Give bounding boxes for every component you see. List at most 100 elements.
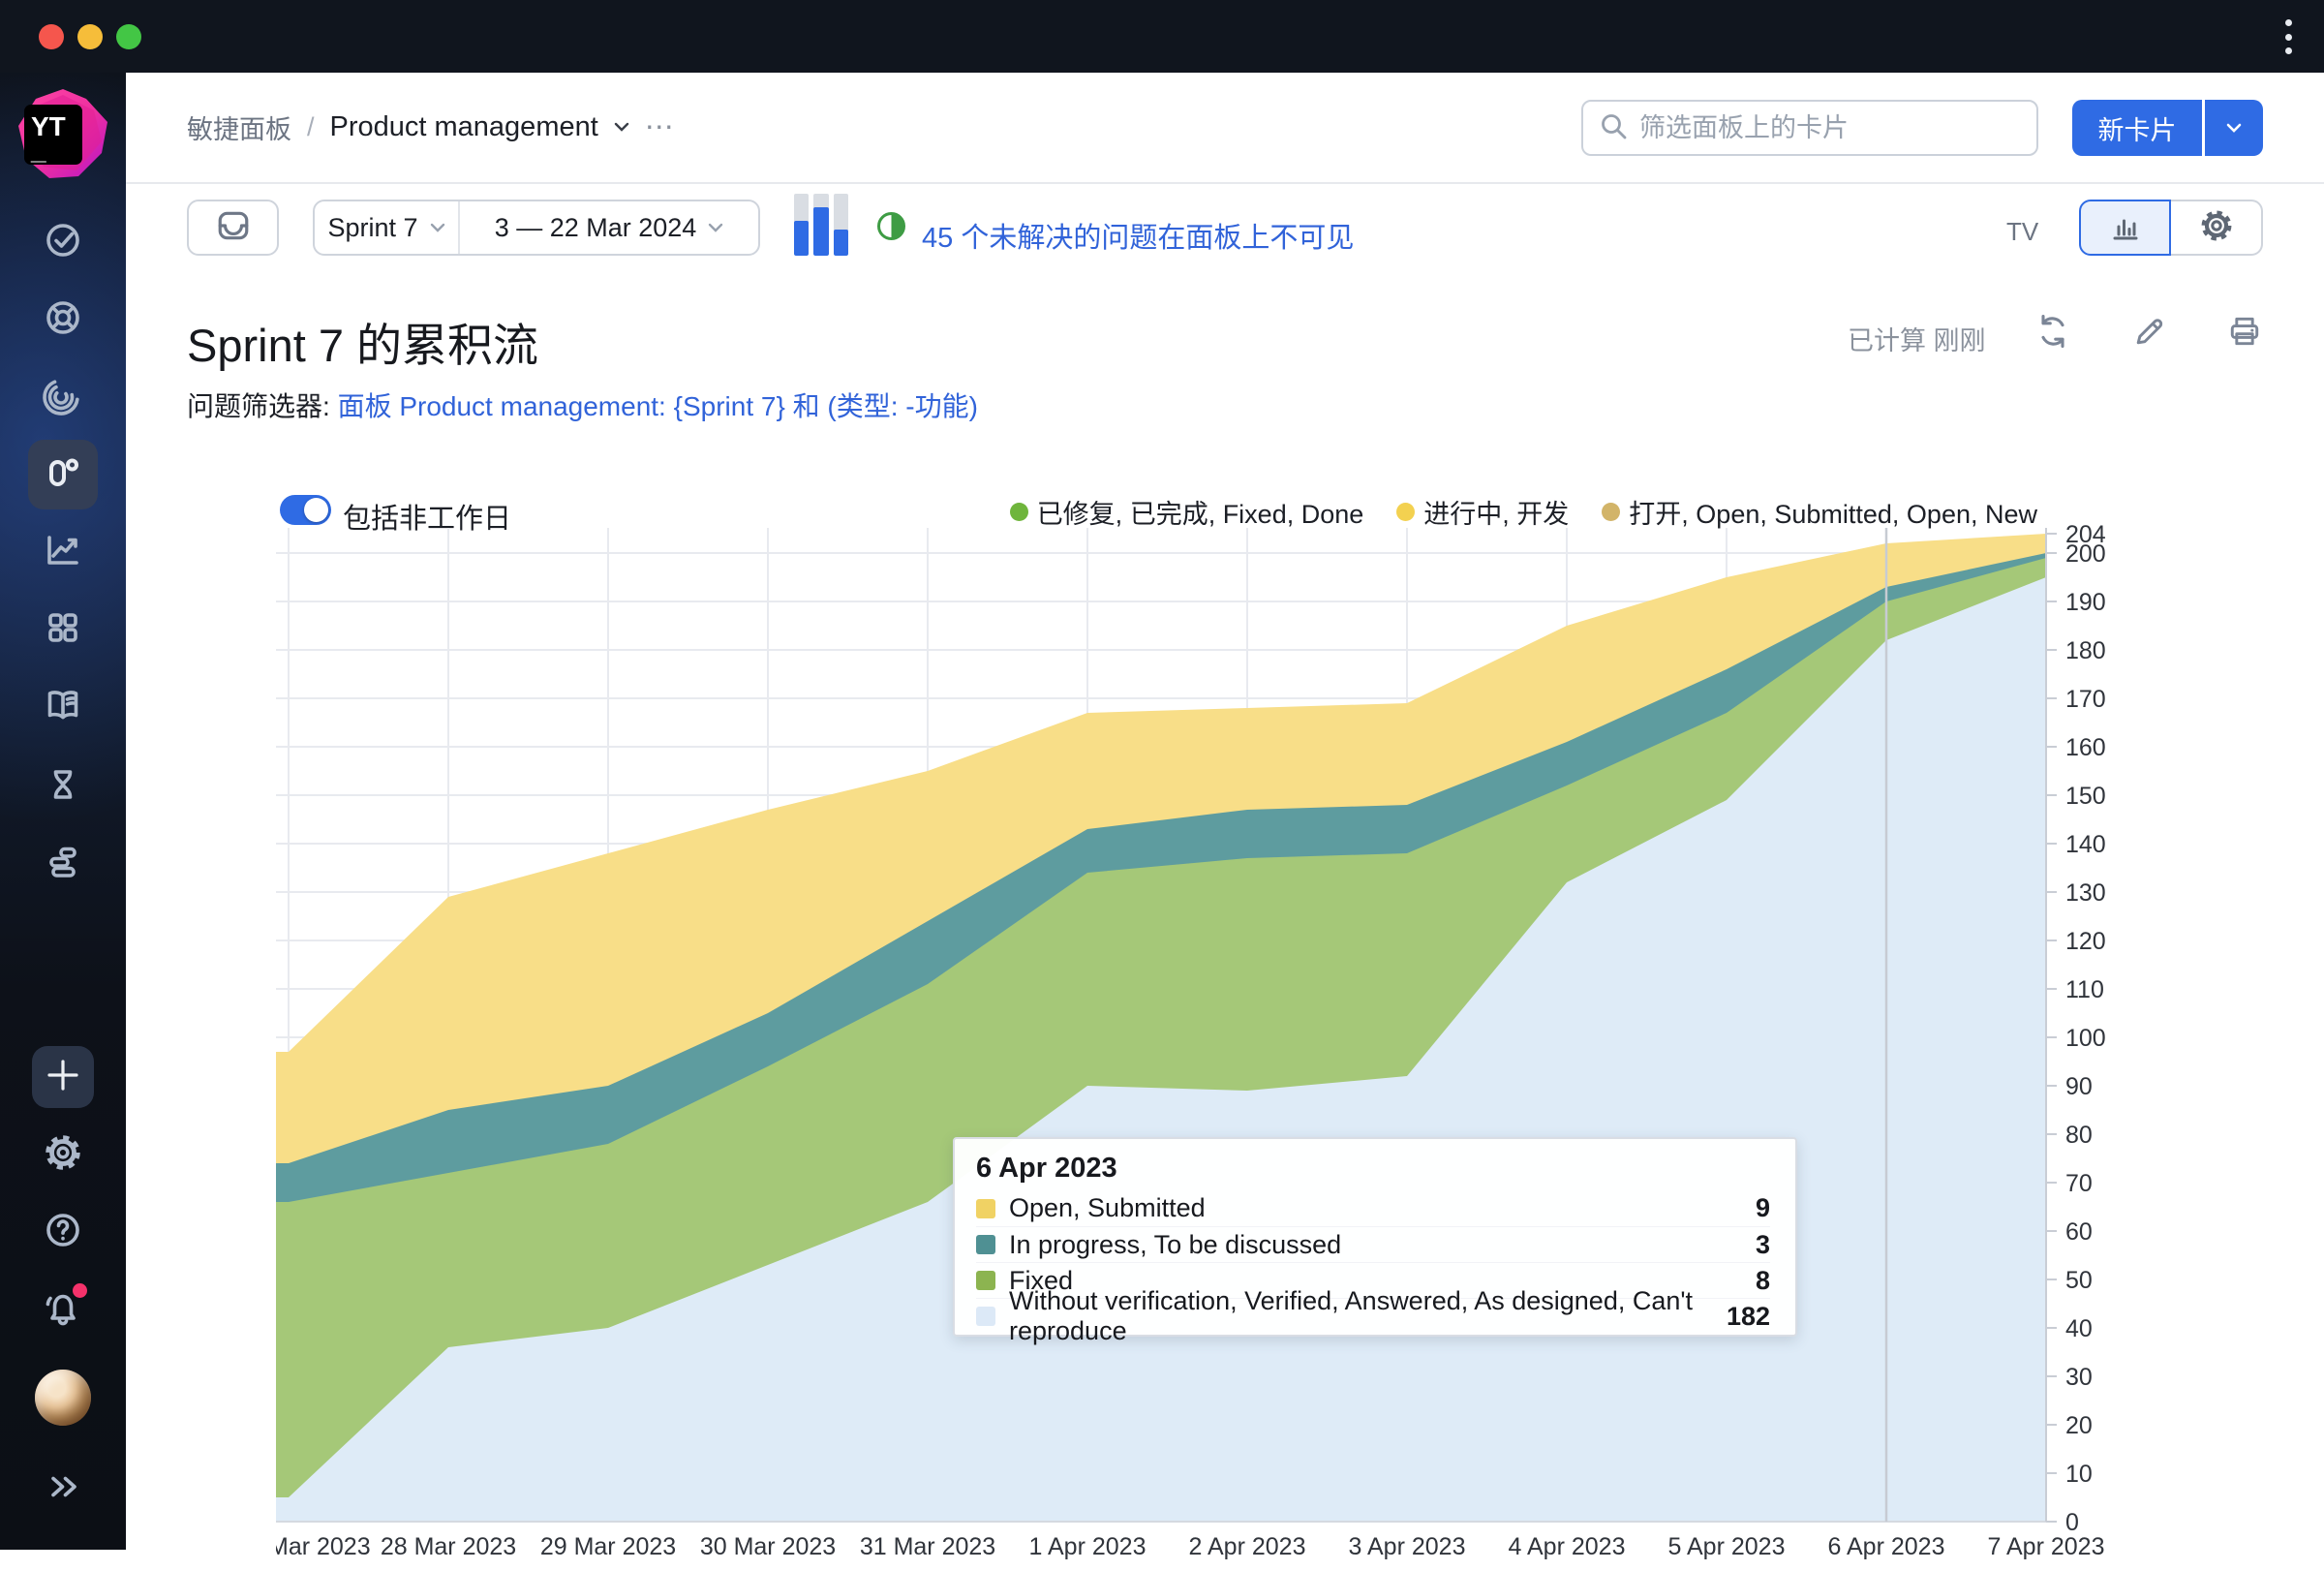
check-circle-icon bbox=[41, 218, 85, 267]
avatar[interactable] bbox=[35, 1370, 91, 1426]
breadcrumb-more-button[interactable]: ⋯ bbox=[645, 110, 676, 144]
window-menu-icon[interactable] bbox=[2285, 19, 2293, 54]
legend-dot-icon bbox=[1602, 503, 1620, 521]
svg-text:_: _ bbox=[30, 135, 46, 165]
breadcrumb-section[interactable]: 敏捷面板 bbox=[187, 108, 291, 146]
youtrack-logo[interactable]: YT _ bbox=[18, 89, 107, 178]
print-button[interactable] bbox=[2225, 312, 2264, 351]
svg-text:140: 140 bbox=[2065, 831, 2106, 858]
issue-filter-line: 问题筛选器: 面板 Product management: {Sprint 7}… bbox=[187, 385, 978, 424]
sprint-progress-icon[interactable] bbox=[794, 194, 848, 256]
minimize-window-button[interactable] bbox=[77, 24, 103, 49]
filter-query-link[interactable]: 面板 Product management: {Sprint 7} 和 (类型:… bbox=[338, 391, 978, 421]
tv-mode-label[interactable]: TV bbox=[2006, 217, 2038, 247]
svg-text:20: 20 bbox=[2065, 1412, 2093, 1439]
svg-text:4 Apr 2023: 4 Apr 2023 bbox=[1509, 1533, 1626, 1560]
svg-text:100: 100 bbox=[2065, 1025, 2106, 1052]
view-toggle bbox=[2079, 200, 2263, 256]
sidebar-item-issues[interactable] bbox=[40, 219, 86, 265]
filter-label: 问题筛选器: bbox=[187, 391, 330, 421]
tooltip-swatch-icon bbox=[976, 1271, 995, 1290]
sidebar-item-help[interactable] bbox=[40, 1209, 86, 1255]
svg-text:0: 0 bbox=[2065, 1509, 2079, 1536]
new-card-dropdown-button[interactable] bbox=[2205, 100, 2263, 156]
svg-text:170: 170 bbox=[2065, 686, 2106, 713]
svg-text:29 Mar 2023: 29 Mar 2023 bbox=[540, 1533, 676, 1560]
tooltip-label: In progress, To be discussed bbox=[1009, 1230, 1742, 1260]
svg-text:30: 30 bbox=[2065, 1364, 2093, 1391]
stacked-bars-icon bbox=[41, 840, 85, 889]
notification-badge bbox=[73, 1283, 87, 1298]
sidebar-item-reports[interactable] bbox=[40, 529, 86, 575]
unresolved-issues-link[interactable]: 45 个未解决的问题在面板上不可见 bbox=[922, 215, 1354, 256]
svg-text:7 Apr 2023: 7 Apr 2023 bbox=[1988, 1533, 2105, 1560]
sprint-label: Sprint 7 bbox=[327, 213, 417, 243]
svg-text:90: 90 bbox=[2065, 1073, 2093, 1100]
lifebuoy-icon bbox=[41, 295, 85, 345]
create-button[interactable] bbox=[32, 1046, 94, 1108]
sidebar-expand-button[interactable] bbox=[40, 1465, 86, 1512]
legend-dot-icon bbox=[1010, 503, 1028, 521]
edit-report-button[interactable] bbox=[2130, 312, 2169, 351]
tooltip-value: 9 bbox=[1756, 1193, 1770, 1223]
calculated-status: 已计算 刚刚 bbox=[1848, 320, 1986, 357]
sidebar-item-gantt[interactable] bbox=[40, 841, 86, 887]
refresh-button[interactable] bbox=[2034, 312, 2072, 351]
line-chart-icon bbox=[41, 528, 85, 577]
double-chevron-right-icon bbox=[41, 1464, 85, 1514]
svg-text:30 Mar 2023: 30 Mar 2023 bbox=[700, 1533, 836, 1560]
svg-text:120: 120 bbox=[2065, 928, 2106, 955]
close-window-button[interactable] bbox=[39, 24, 64, 49]
search-icon bbox=[1599, 111, 1628, 145]
svg-text:70: 70 bbox=[2065, 1170, 2093, 1197]
svg-text:10: 10 bbox=[2065, 1461, 2093, 1488]
sidebar-item-timesheets[interactable] bbox=[40, 763, 86, 810]
board-display-mode-button[interactable] bbox=[187, 200, 279, 256]
sidebar-item-settings[interactable] bbox=[40, 1131, 86, 1178]
window-titlebar bbox=[0, 0, 2324, 73]
sidebar-item-notifications[interactable] bbox=[40, 1286, 86, 1333]
cumulative-flow-chart[interactable]: 0102030405060708090100110120130140150160… bbox=[276, 525, 2130, 1571]
sidebar-item-projects[interactable] bbox=[40, 296, 86, 343]
tooltip-value: 8 bbox=[1756, 1266, 1770, 1296]
tooltip-value: 3 bbox=[1756, 1230, 1770, 1260]
maximize-window-button[interactable] bbox=[116, 24, 141, 49]
svg-text:150: 150 bbox=[2065, 783, 2106, 810]
sidebar-item-agile-board[interactable] bbox=[28, 440, 98, 509]
chevron-down-icon[interactable] bbox=[614, 119, 629, 137]
chart-tooltip: 6 Apr 2023 Open, Submitted9In progress, … bbox=[953, 1137, 1797, 1337]
date-range-label: 3 — 22 Mar 2024 bbox=[495, 213, 697, 243]
chart-view-button[interactable] bbox=[2079, 200, 2171, 256]
page-header: 敏捷面板 / Product management ⋯ 新卡片 bbox=[126, 73, 2324, 184]
card-search-box[interactable] bbox=[1581, 100, 2038, 156]
breadcrumb-separator: / bbox=[307, 112, 315, 142]
plus-icon bbox=[41, 1053, 85, 1102]
tooltip-row: In progress, To be discussed 3 bbox=[976, 1226, 1770, 1262]
tooltip-swatch-icon bbox=[976, 1235, 995, 1254]
breadcrumb-board-name[interactable]: Product management bbox=[330, 111, 598, 143]
book-icon bbox=[41, 683, 85, 732]
chart-settings-button[interactable] bbox=[2171, 200, 2263, 256]
svg-text:1 Apr 2023: 1 Apr 2023 bbox=[1029, 1533, 1147, 1560]
date-range-dropdown[interactable]: 3 — 22 Mar 2024 bbox=[460, 201, 758, 254]
sidebar-item-activity[interactable] bbox=[40, 374, 86, 420]
new-card-button[interactable]: 新卡片 bbox=[2072, 100, 2202, 156]
half-circle-status-icon bbox=[877, 212, 905, 240]
breadcrumb: 敏捷面板 / Product management ⋯ bbox=[187, 73, 676, 182]
sidebar-item-dashboards[interactable] bbox=[40, 606, 86, 653]
svg-text:80: 80 bbox=[2065, 1122, 2093, 1149]
arcs-icon bbox=[41, 373, 85, 422]
svg-text:190: 190 bbox=[2065, 589, 2106, 616]
svg-text:28 Mar 2023: 28 Mar 2023 bbox=[381, 1533, 516, 1560]
agile-board-icon bbox=[41, 450, 85, 500]
grid-icon bbox=[41, 605, 85, 655]
svg-text:31 Mar 2023: 31 Mar 2023 bbox=[860, 1533, 995, 1560]
sidebar-item-knowledge-base[interactable] bbox=[40, 684, 86, 730]
tray-icon bbox=[216, 209, 251, 247]
help-icon bbox=[41, 1208, 85, 1257]
include-non-working-days-toggle[interactable] bbox=[280, 495, 331, 525]
search-input[interactable] bbox=[1639, 113, 2021, 143]
gear-icon bbox=[41, 1130, 85, 1180]
sprint-dropdown[interactable]: Sprint 7 bbox=[315, 201, 460, 254]
tooltip-swatch-icon bbox=[976, 1199, 995, 1218]
